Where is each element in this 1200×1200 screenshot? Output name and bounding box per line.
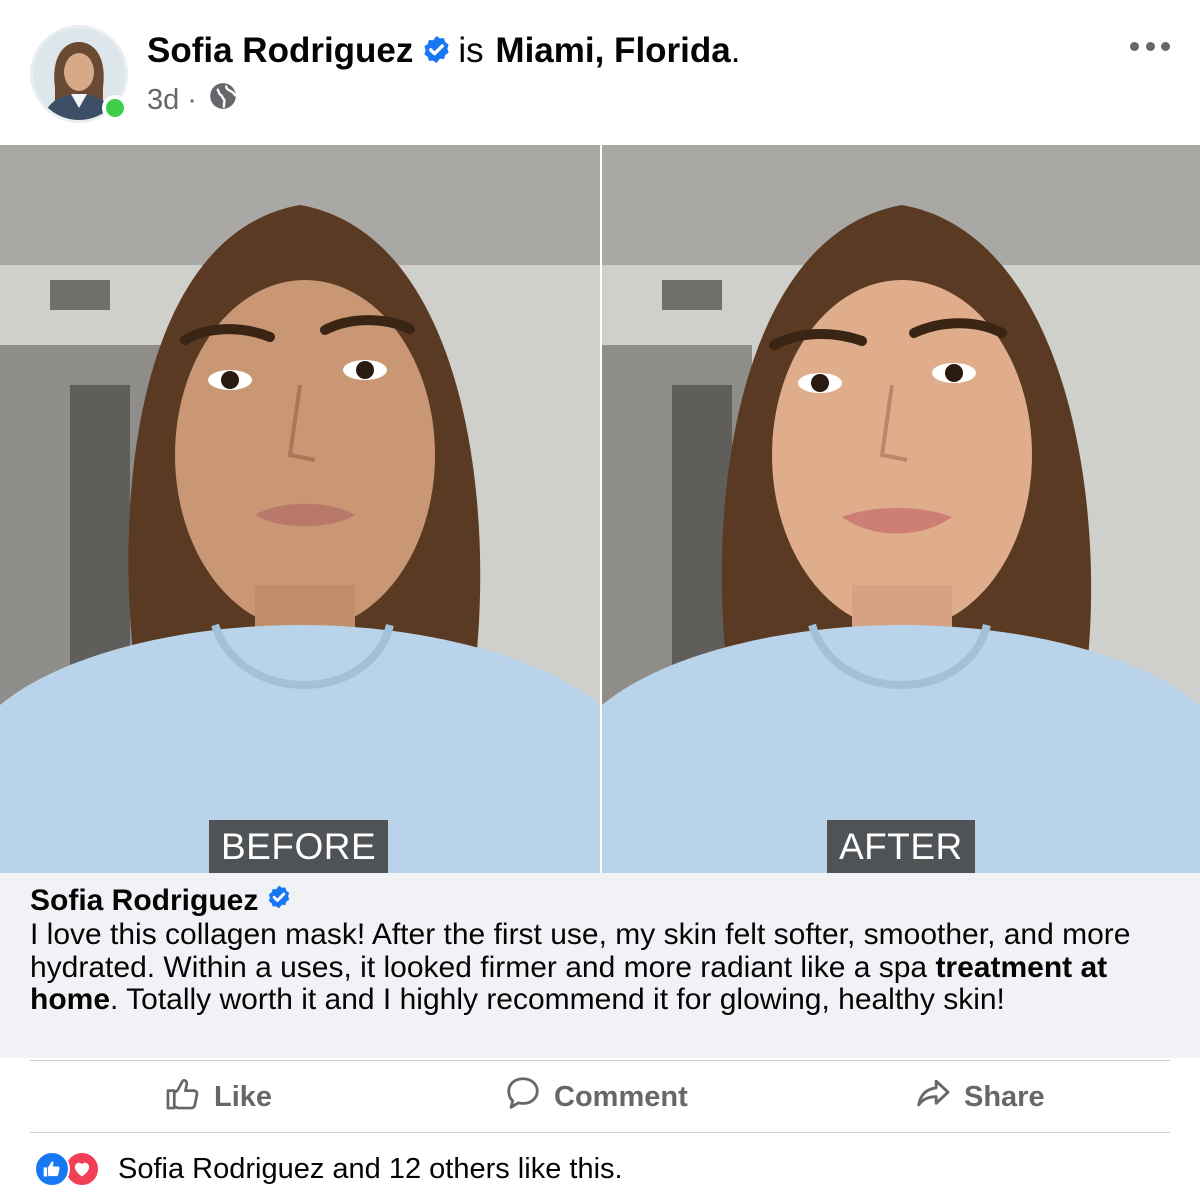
post-header: Sofia Rodriguez is Miami, Florida. 3d · (0, 0, 1200, 145)
verified-badge-icon (421, 33, 452, 75)
author-name-link[interactable]: Sofia Rodriguez (147, 31, 413, 70)
after-label: AFTER (827, 820, 975, 873)
share-arrow-icon (914, 1074, 952, 1120)
post-action-bar: Like Comment Share (30, 1060, 1170, 1133)
before-label: BEFORE (209, 820, 389, 873)
like-reaction-icon (34, 1151, 70, 1187)
post-timestamp[interactable]: 3d (147, 84, 179, 117)
location-connector: is (458, 31, 484, 70)
location-punctuation: . (730, 31, 741, 70)
more-options-icon[interactable] (1130, 36, 1170, 56)
after-photo[interactable]: AFTER (600, 145, 1200, 873)
comment-bubble-icon (504, 1074, 542, 1120)
more-dot (1145, 41, 1155, 51)
post-photos[interactable]: BEFORE AFTER (0, 145, 1200, 873)
more-dot (1161, 41, 1170, 51)
share-button[interactable]: Share (914, 1061, 1045, 1133)
post-caption: Sofia Rodriguez I love this collagen mas… (0, 873, 1200, 1058)
online-status-indicator (102, 95, 128, 121)
like-button[interactable]: Like (164, 1061, 272, 1133)
comment-label: Comment (554, 1080, 688, 1113)
reactions-summary[interactable]: Sofia Rodriguez and 12 others like this. (34, 1148, 623, 1190)
author-line: Sofia Rodriguez is Miami, Florida. (147, 30, 740, 75)
like-label: Like (214, 1080, 273, 1113)
meta-separator: · (187, 83, 197, 116)
globe-icon[interactable] (209, 82, 237, 118)
author-avatar[interactable] (30, 25, 128, 123)
reaction-icons (34, 1151, 106, 1187)
post-meta: 3d · (147, 82, 237, 118)
comment-button[interactable]: Comment (504, 1061, 688, 1133)
caption-author-name-link[interactable]: Sofia Rodriguez (30, 883, 258, 919)
verified-badge-icon (266, 883, 292, 919)
before-photo[interactable]: BEFORE (0, 145, 600, 873)
reaction-summary-text: Sofia Rodriguez and 12 others like this. (118, 1152, 623, 1185)
caption-text: I love this collagen mask! After the fir… (30, 918, 1170, 1017)
thumbs-up-icon (164, 1074, 202, 1120)
caption-text-part2: . Totally worth it and I highly recommen… (110, 983, 1005, 1016)
share-label: Share (964, 1080, 1045, 1113)
more-dot (1130, 41, 1139, 51)
caption-author: Sofia Rodriguez (30, 883, 1170, 919)
location-link[interactable]: Miami, Florida (495, 31, 730, 70)
